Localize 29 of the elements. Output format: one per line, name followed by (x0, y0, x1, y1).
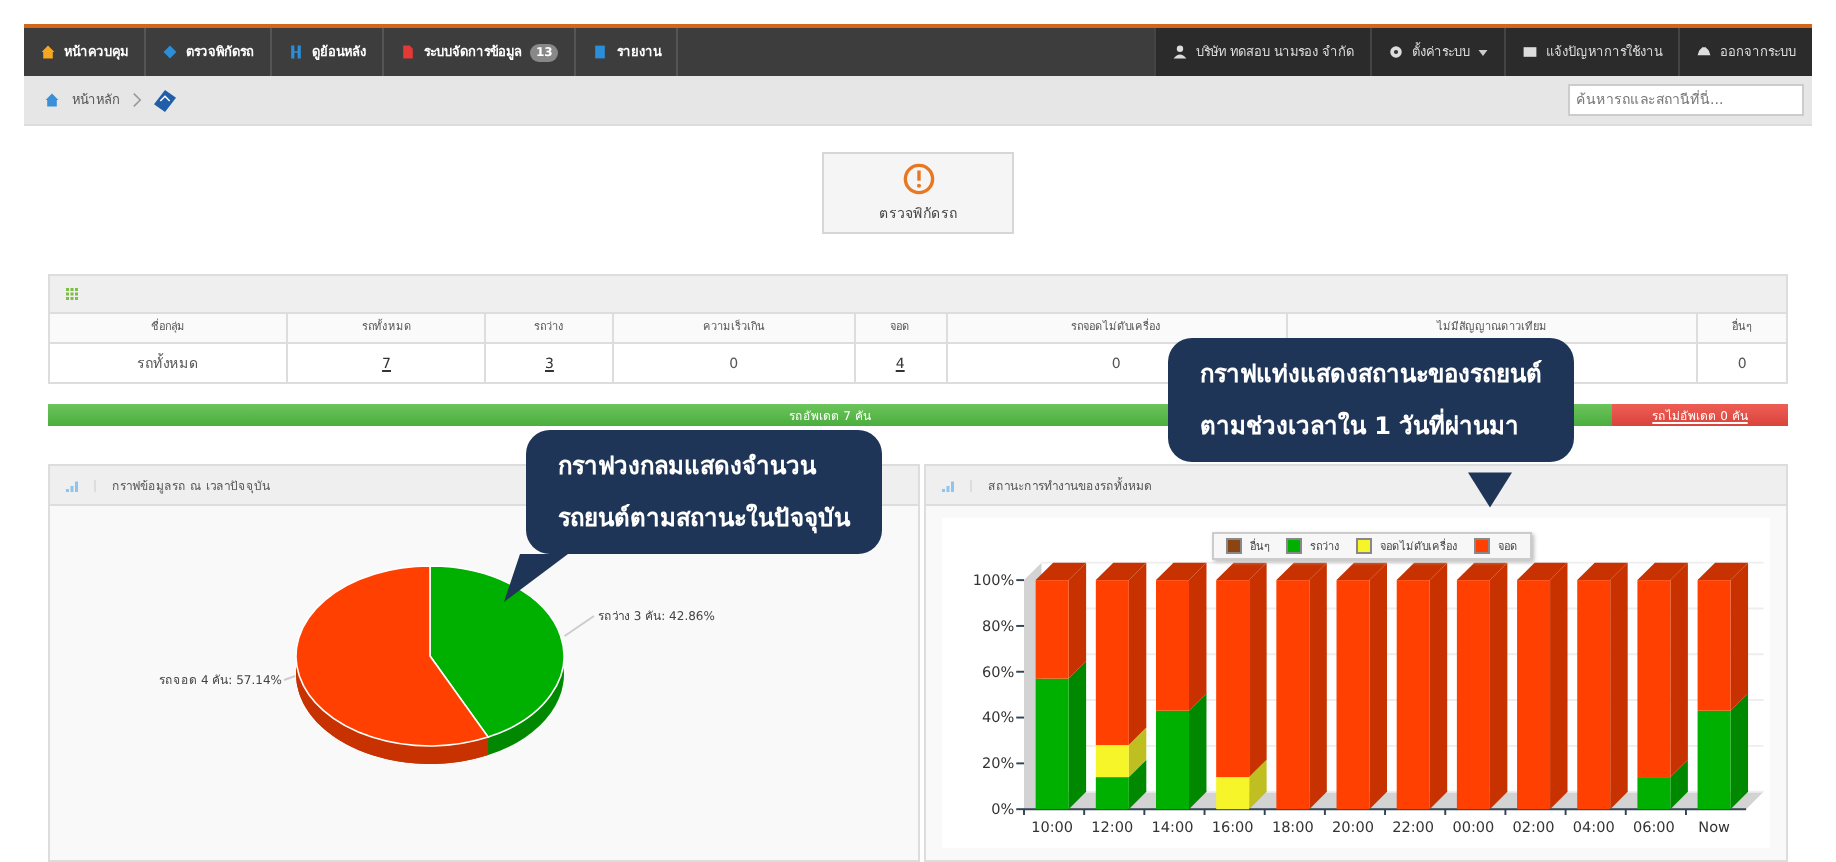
settings-icon (1388, 44, 1404, 60)
callout-text: รถยนต์ตามสถานะในปัจจุบัน (558, 501, 850, 538)
callout-text: ตามช่วงเวลาใน 1 วันที่ผ่านมา (1200, 406, 1522, 444)
callout-text: กราฟแท่งแสดงสถานะของรถยนต์ (1200, 358, 1542, 392)
document-icon (592, 44, 609, 60)
chart-icon (942, 479, 972, 491)
bar-segment (1035, 580, 1069, 679)
file-icon (400, 44, 416, 60)
leader-line (563, 615, 595, 637)
bar-segment (1095, 777, 1129, 810)
home-icon (44, 92, 60, 108)
leader-line (283, 675, 297, 681)
grid-icon (66, 288, 78, 300)
bar-segment (1035, 678, 1069, 810)
user-icon (1171, 44, 1188, 60)
envelope-icon (1522, 44, 1538, 60)
home-icon (40, 44, 56, 60)
bar-segment (1156, 580, 1189, 711)
callout-text: กราฟวงกลมแสดงจำนวน (558, 450, 819, 484)
bar-segment (1697, 710, 1731, 810)
bar-segment (1156, 710, 1189, 810)
alert-icon (901, 162, 935, 196)
book-icon (154, 89, 176, 111)
chevron-icon (132, 92, 142, 108)
bracket-icon (288, 44, 304, 60)
bar-segment (1697, 580, 1731, 711)
chart-icon (66, 479, 96, 491)
callout-tail (1468, 470, 1512, 510)
diamond-icon (162, 44, 178, 60)
